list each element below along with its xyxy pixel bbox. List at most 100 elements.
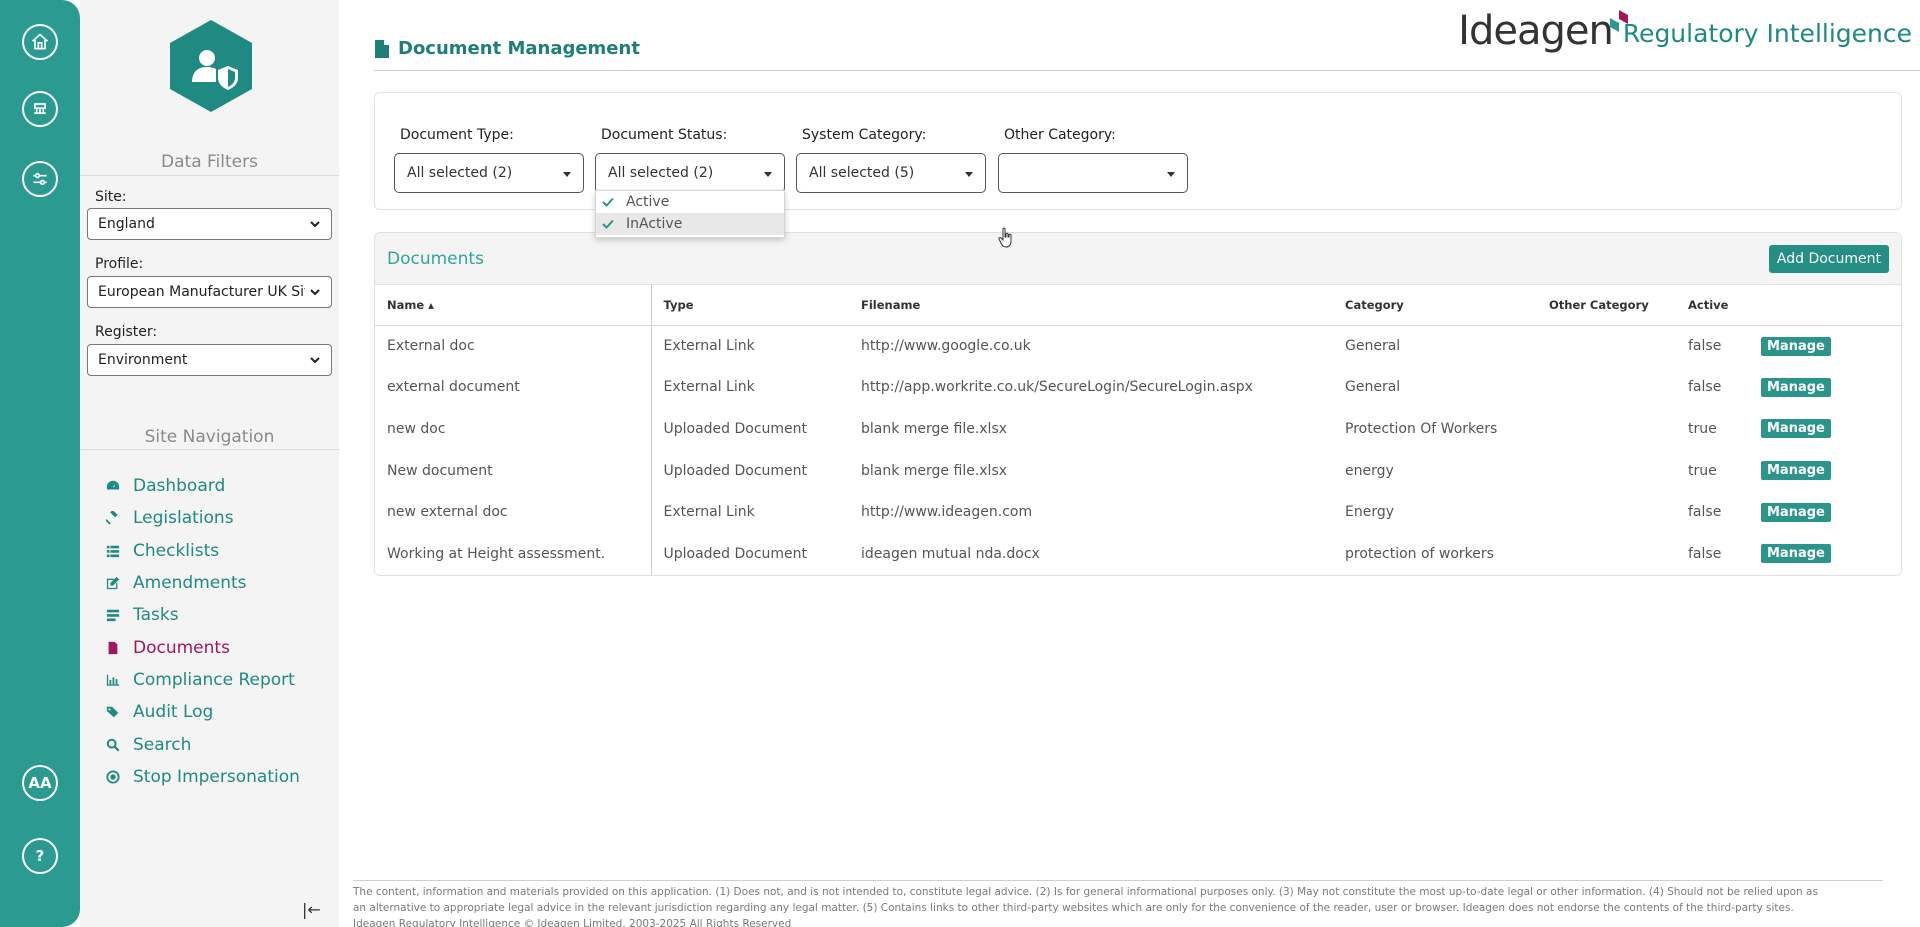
cell-category: General [1345, 379, 1401, 396]
column-header-active[interactable]: Active [1676, 285, 1749, 326]
chevron-down-icon [310, 357, 320, 364]
brand-product: Regulatory Intelligence [1622, 19, 1912, 48]
documents-panel: Documents Add Document Name ▴ Type Filen… [374, 232, 1902, 576]
cell-type: Uploaded Document [663, 420, 808, 437]
option-label: InActive [626, 216, 683, 232]
table-row: new external doc External Link http://ww… [375, 491, 1901, 533]
table-row: external document External Link http://a… [375, 366, 1901, 409]
other-category-select[interactable] [998, 153, 1188, 193]
cell-active: true [1688, 462, 1717, 479]
user-avatar[interactable]: AA [22, 765, 58, 801]
organisation-icon[interactable] [22, 91, 58, 127]
nav-label: Search [133, 734, 192, 755]
page-title-text: Document Management [398, 38, 640, 59]
cell-filename: ideagen mutual nda.docx [861, 545, 1040, 562]
cell-name: Working at Height assessment. [375, 532, 652, 575]
cell-actions: Manage [1749, 367, 1901, 409]
status-option-active[interactable]: Active [596, 191, 784, 213]
profile-value: European Manufacturer UK Site [98, 284, 305, 300]
cell-active: true [1688, 420, 1717, 437]
main-content: Document Management Ideagen Regulatory I… [339, 0, 1920, 927]
nav-label: Audit Log [133, 702, 214, 723]
nav-label: Checklists [133, 540, 220, 561]
option-label: Active [626, 194, 670, 210]
bar-chart-icon [105, 672, 121, 688]
documents-header: Documents Add Document [375, 233, 1901, 285]
cell-actions: Manage [1749, 491, 1901, 533]
nav-item-search[interactable]: Search [105, 728, 300, 760]
document-status-select[interactable]: All selected (2) [595, 153, 785, 193]
nav-label: Compliance Report [133, 669, 295, 690]
cell-active: false [1688, 504, 1722, 521]
list-icon [105, 543, 121, 559]
manage-button[interactable]: Manage [1761, 544, 1831, 564]
profile-label: Profile: [95, 256, 144, 272]
nav-item-documents[interactable]: Documents [105, 631, 300, 663]
nav-item-compliance-report[interactable]: Compliance Report [105, 664, 300, 696]
nav-item-legislations[interactable]: Legislations [105, 502, 300, 534]
footer-copyright: Ideagen Regulatory Intelligence © Ideage… [353, 918, 792, 927]
manage-button[interactable]: Manage [1761, 377, 1831, 397]
nav-label: Amendments [133, 573, 247, 594]
chevron-down-icon [310, 221, 320, 228]
edit-icon [105, 575, 121, 591]
settings-sliders-icon[interactable] [22, 161, 58, 197]
footer-line: an alternative to appropriate legal advi… [353, 902, 1794, 914]
avatar-initials: AA [28, 774, 52, 792]
cell-actions: Manage [1749, 533, 1901, 575]
hand-cursor-icon [998, 227, 1012, 248]
manage-button[interactable]: Manage [1761, 336, 1831, 356]
column-header-name[interactable]: Name ▴ [375, 285, 652, 326]
column-header-filename[interactable]: Filename [849, 285, 1333, 326]
nav-label: Documents [133, 637, 230, 658]
column-header-type[interactable]: Type [651, 285, 849, 326]
app-logo-icon [170, 20, 252, 112]
cell-category: Energy [1345, 504, 1395, 521]
data-filters-title: Data Filters [161, 152, 258, 172]
cell-type: External Link [663, 379, 755, 396]
manage-button[interactable]: Manage [1761, 461, 1831, 481]
help-icon[interactable]: ? [22, 838, 58, 874]
column-header-actions [1749, 285, 1901, 326]
profile-select[interactable]: European Manufacturer UK Site [87, 276, 332, 308]
cell-name: External doc [375, 325, 652, 367]
documents-table: Name ▴ Type Filename Category Other Cate… [375, 285, 1901, 575]
table-row: new doc Uploaded Document blank merge fi… [375, 408, 1901, 450]
register-value: Environment [98, 352, 188, 368]
other-category-label: Other Category: [1004, 127, 1116, 143]
column-header-other-category[interactable]: Other Category [1537, 285, 1676, 326]
cell-name: New document [375, 449, 652, 492]
status-option-inactive[interactable]: InActive [596, 213, 784, 235]
cell-filename: blank merge file.xlsx [861, 462, 1008, 479]
cell-filename: http://www.google.co.uk [861, 338, 1031, 355]
cell-actions: Manage [1749, 325, 1901, 367]
collapse-sidebar-icon[interactable]: |← [302, 900, 321, 919]
manage-button[interactable]: Manage [1761, 419, 1831, 439]
cell-active: false [1688, 379, 1722, 396]
manage-button[interactable]: Manage [1761, 502, 1831, 522]
site-select[interactable]: England [87, 208, 332, 240]
cell-other-category [1537, 450, 1676, 492]
nav-item-tasks[interactable]: Tasks [105, 599, 300, 631]
system-category-select[interactable]: All selected (5) [796, 153, 986, 193]
register-select[interactable]: Environment [87, 344, 332, 376]
home-icon[interactable] [22, 24, 58, 60]
document-type-select[interactable]: All selected (2) [394, 153, 584, 193]
nav-item-stop-impersonation[interactable]: Stop Impersonation [105, 761, 300, 793]
nav-item-checklists[interactable]: Checklists [105, 535, 300, 567]
help-label: ? [35, 847, 45, 865]
cell-category: protection of workers [1345, 545, 1494, 562]
nav-item-audit-log[interactable]: Audit Log [105, 696, 300, 728]
document-status-value: All selected (2) [608, 165, 714, 181]
cell-other-category [1537, 491, 1676, 533]
nav-item-amendments[interactable]: Amendments [105, 567, 300, 599]
cell-type: Uploaded Document [663, 545, 808, 562]
add-document-button[interactable]: Add Document [1768, 244, 1889, 273]
column-header-category[interactable]: Category [1333, 285, 1537, 326]
divider [80, 175, 339, 176]
nav-item-dashboard[interactable]: Dashboard [105, 470, 300, 502]
app-rail: AA ? [0, 0, 80, 927]
nav-label: Legislations [133, 508, 234, 529]
cell-name: new external doc [375, 491, 652, 533]
brand-mark-icon [1610, 10, 1629, 32]
